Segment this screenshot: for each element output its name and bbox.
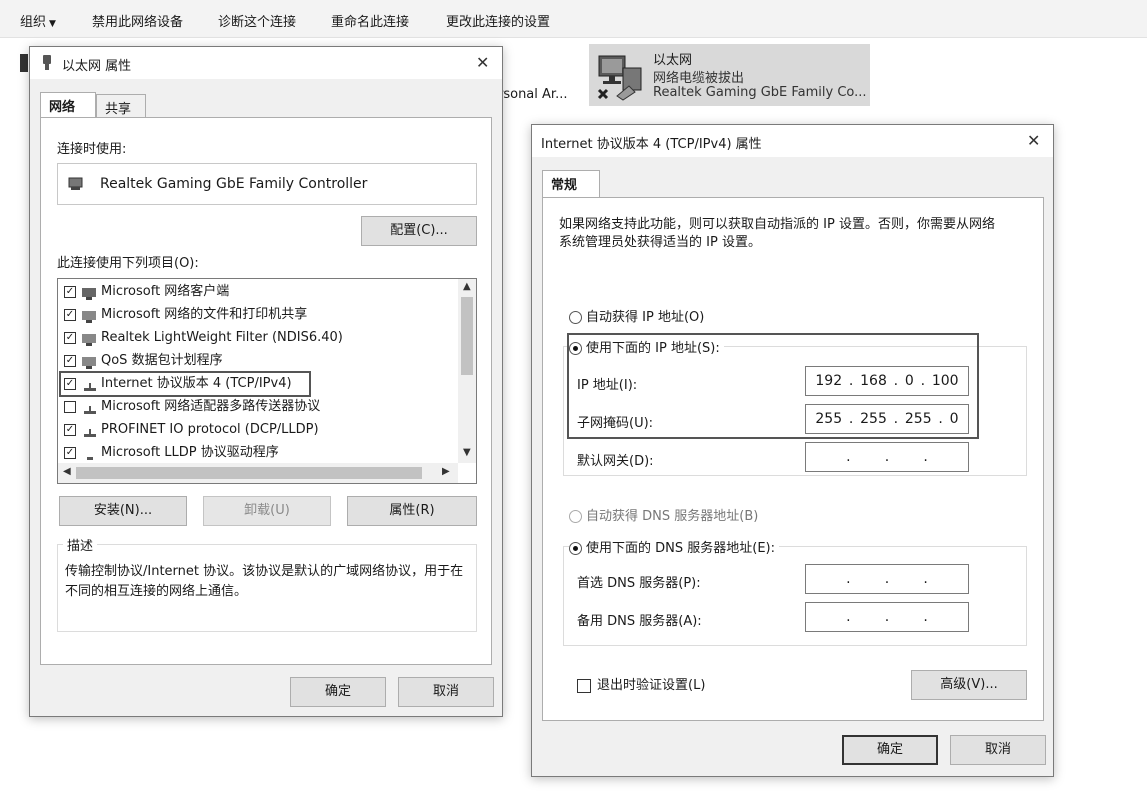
adapter-name-text: Realtek Gaming GbE Family Controller [100, 176, 368, 192]
list-item[interactable]: ✓ Realtek LightWeight Filter (NDIS6.40) [64, 327, 343, 349]
filter-service-icon [82, 332, 98, 346]
checkbox[interactable]: ✓ [64, 354, 76, 367]
network-tab-panel: 连接时使用: Realtek Gaming GbE Family Control… [40, 117, 492, 665]
network-card-icon [68, 177, 86, 195]
network-client-icon [82, 286, 98, 300]
close-icon[interactable]: ✕ [476, 53, 489, 72]
scroll-left-icon[interactable]: ◀ [63, 466, 71, 477]
list-item[interactable]: ✓ Microsoft LLDP 协议驱动程序 [64, 442, 279, 464]
preferred-dns-input[interactable]: ... [805, 564, 969, 594]
list-item[interactable]: ✓ PROFINET IO protocol (DCP/LLDP) [64, 419, 319, 441]
file-share-icon [82, 309, 98, 323]
ipv4-properties-dialog: Internet 协议版本 4 (TCP/IPv4) 属性 ✕ 常规 如果网络支… [531, 124, 1054, 777]
scroll-up-icon[interactable]: ▲ [463, 281, 471, 292]
scroll-thumb[interactable] [461, 297, 473, 375]
diagnose-command[interactable]: 诊断这个连接 [218, 11, 296, 30]
cancel-button[interactable]: 取消 [398, 677, 494, 707]
dialog-titlebar: 以太网 属性 ✕ [30, 47, 502, 79]
properties-button[interactable]: 属性(R) [347, 496, 477, 526]
adapter-field: Realtek Gaming GbE Family Controller [57, 163, 477, 205]
command-bar: 组织 ▼ 禁用此网络设备 诊断这个连接 重命名此连接 更改此连接的设置 [0, 0, 1147, 38]
checkbox[interactable]: ✓ [64, 446, 76, 459]
general-tab-panel: 如果网络支持此功能，则可以获取自动指派的 IP 设置。否则，你需要从网络系统管理… [542, 197, 1044, 721]
chevron-down-icon: ▼ [49, 19, 56, 29]
gateway-input[interactable]: ... [805, 442, 969, 472]
rename-command[interactable]: 重命名此连接 [331, 11, 409, 30]
ethernet-properties-dialog: 以太网 属性 ✕ 网络 共享 连接时使用: Realtek Gaming GbE… [29, 46, 503, 717]
configure-button[interactable]: 配置(C)... [361, 216, 477, 246]
manual-ip-highlight [567, 333, 979, 439]
tab-general[interactable]: 常规 [542, 170, 600, 198]
cancel-button[interactable]: 取消 [950, 735, 1046, 765]
auto-dns-option: 自动获得 DNS 服务器地址(B) [569, 505, 758, 524]
scroll-down-icon[interactable]: ▼ [463, 447, 471, 458]
tab-sharing[interactable]: 共享 [96, 94, 146, 118]
manual-dns-option[interactable]: 使用下面的 DNS 服务器地址(E): [569, 537, 779, 556]
organize-menu[interactable]: 组织 ▼ [20, 11, 56, 30]
connect-using-label: 连接时使用: [57, 142, 127, 157]
preferred-dns-label: 首选 DNS 服务器(P): [577, 576, 701, 591]
adapter-status: 网络电缆被拔出 [653, 71, 745, 86]
description-label: 描述 [63, 535, 98, 554]
vertical-scrollbar[interactable]: ▲ ▼ [458, 279, 476, 463]
close-icon[interactable]: ✕ [1027, 131, 1040, 150]
install-button[interactable]: 安装(N)... [59, 496, 187, 526]
tab-network[interactable]: 网络 [40, 92, 96, 118]
ok-button[interactable]: 确定 [842, 735, 938, 765]
qos-icon [82, 355, 98, 369]
auto-ip-option[interactable]: 自动获得 IP 地址(O) [569, 306, 704, 325]
protocol-icon [82, 424, 98, 437]
list-item[interactable]: Microsoft 网络适配器多路传送器协议 [64, 396, 320, 418]
network-adapter-icon [597, 55, 642, 101]
protocol-icon [82, 401, 98, 414]
intro-text: 如果网络支持此功能，则可以获取自动指派的 IP 设置。否则，你需要从网络系统管理… [559, 217, 995, 250]
list-item[interactable]: ✓ Microsoft 网络的文件和打印机共享 [64, 304, 307, 326]
ok-button[interactable]: 确定 [290, 677, 386, 707]
checkbox[interactable] [64, 400, 76, 413]
radio-button[interactable] [569, 311, 582, 324]
items-label: 此连接使用下列项目(O): [57, 256, 199, 271]
dialog-title: Internet 协议版本 4 (TCP/IPv4) 属性 [541, 137, 762, 152]
ethernet-adapter-item[interactable]: 以太网 网络电缆被拔出 Realtek Gaming GbE Family Co… [589, 44, 870, 106]
gateway-label: 默认网关(D): [577, 454, 654, 469]
advanced-button[interactable]: 高级(V)... [911, 670, 1027, 700]
adapter-device: Realtek Gaming GbE Family Co... [653, 85, 867, 100]
alternate-dns-input[interactable]: ... [805, 602, 969, 632]
uninstall-button: 卸载(U) [203, 496, 331, 526]
network-plug-icon [42, 55, 52, 70]
radio-button-selected[interactable] [569, 542, 582, 555]
scroll-thumb-horizontal[interactable] [76, 467, 422, 479]
checkbox[interactable]: ✓ [64, 308, 76, 321]
adapter-icon-partial [20, 54, 28, 72]
protocol-icon [82, 447, 98, 460]
horizontal-scrollbar[interactable]: ◀ ▶ [58, 463, 458, 483]
list-item[interactable]: ✓ QoS 数据包计划程序 [64, 350, 223, 372]
alternate-dns-label: 备用 DNS 服务器(A): [577, 614, 702, 629]
validate-settings-option[interactable]: 退出时验证设置(L) [577, 674, 705, 693]
radio-button [569, 510, 582, 523]
change-settings-command[interactable]: 更改此连接的设置 [446, 11, 550, 30]
adapter-partial-text: rsonal Ar... [498, 87, 568, 102]
dialog-titlebar: Internet 协议版本 4 (TCP/IPv4) 属性 ✕ [532, 125, 1053, 157]
description-text: 传输控制协议/Internet 协议。该协议是默认的广域网络协议，用于在不同的相… [65, 564, 464, 599]
checkbox[interactable] [577, 678, 591, 693]
adapter-name: 以太网 [653, 53, 693, 68]
ipv4-highlight [59, 371, 311, 397]
checkbox[interactable]: ✓ [64, 285, 76, 298]
checkbox[interactable]: ✓ [64, 331, 76, 344]
dialog-title: 以太网 属性 [62, 59, 132, 74]
disable-device-command[interactable]: 禁用此网络设备 [92, 11, 183, 30]
list-item[interactable]: ✓ Microsoft 网络客户端 [64, 281, 229, 303]
scroll-right-icon[interactable]: ▶ [442, 466, 450, 477]
checkbox[interactable]: ✓ [64, 423, 76, 436]
